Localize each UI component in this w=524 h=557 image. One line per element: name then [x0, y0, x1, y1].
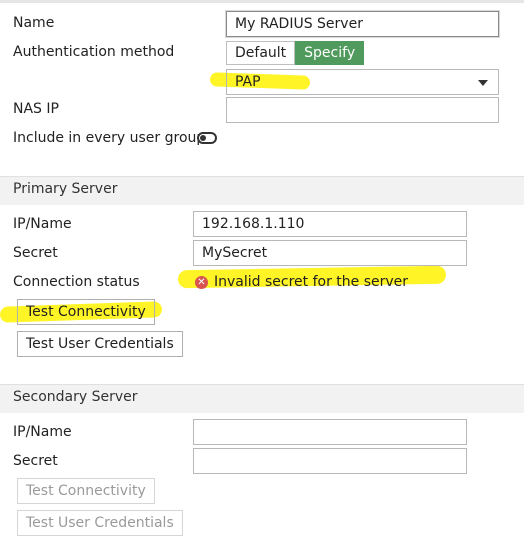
secondary-test-credentials-button[interactable]: Test User Credentials [17, 510, 183, 536]
toggle-knob [200, 135, 206, 141]
primary-secret-input[interactable]: MySecret [193, 240, 467, 266]
secondary-server-header: Secondary Server [0, 384, 524, 413]
secondary-server-title: Secondary Server [13, 389, 138, 405]
auth-protocol-value: PAP [235, 74, 261, 90]
secondary-secret-input[interactable] [193, 448, 467, 474]
include-every-group-toggle[interactable] [197, 132, 217, 144]
primary-server-title: Primary Server [13, 181, 118, 197]
primary-server-header: Primary Server [0, 176, 524, 205]
connection-status: ✕ Invalid secret for the server [195, 274, 408, 290]
auth-protocol-select[interactable]: PAP [226, 69, 499, 95]
chevron-down-icon [478, 80, 488, 86]
primary-secret-label: Secret [13, 245, 58, 261]
secondary-secret-label: Secret [13, 453, 58, 469]
primary-ip-input[interactable]: 192.168.1.110 [193, 211, 467, 237]
name-label: Name [13, 15, 55, 31]
connection-status-label: Connection status [13, 274, 140, 290]
nas-ip-label: NAS IP [13, 101, 59, 117]
secondary-test-connectivity-button[interactable]: Test Connectivity [17, 478, 155, 504]
primary-test-connectivity-button[interactable]: Test Connectivity [17, 299, 155, 325]
auth-specify-button[interactable]: Specify [295, 41, 365, 65]
connection-status-text: Invalid secret for the server [214, 274, 409, 290]
secondary-ip-label: IP/Name [13, 424, 72, 440]
name-input[interactable]: My RADIUS Server [226, 11, 499, 37]
error-x-icon: ✕ [195, 275, 208, 289]
primary-test-credentials-button[interactable]: Test User Credentials [17, 331, 183, 357]
nas-ip-input[interactable] [226, 97, 499, 123]
auth-method-label: Authentication method [13, 44, 175, 60]
auth-method-toggle: Default Specify [226, 41, 365, 65]
auth-default-button[interactable]: Default [226, 41, 296, 65]
include-every-group-label: Include in every user group [13, 130, 206, 146]
secondary-ip-input[interactable] [193, 419, 467, 445]
top-border [0, 0, 524, 3]
primary-ip-label: IP/Name [13, 216, 72, 232]
